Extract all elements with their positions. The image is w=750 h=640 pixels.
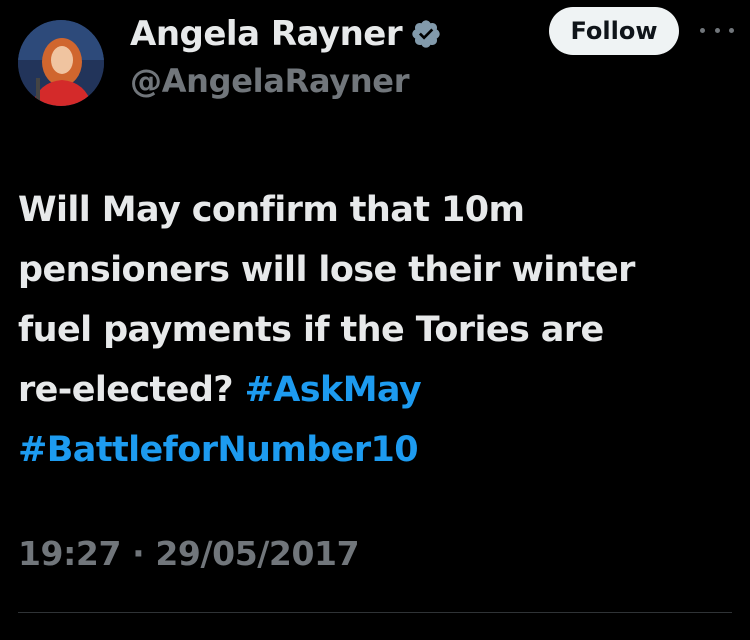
hashtag-link-battlefornumber10[interactable]: #BattleforNumber10 xyxy=(18,430,419,470)
avatar-image xyxy=(18,20,104,106)
more-dot xyxy=(729,27,734,33)
tweet-card: Angela Rayner @AngelaRayner Follow Will … xyxy=(0,0,750,640)
divider xyxy=(18,612,732,613)
avatar[interactable] xyxy=(18,20,104,106)
hashtag-link-askmay[interactable]: #AskMay xyxy=(245,370,422,410)
tweet-text-segment: Will May confirm that 10m xyxy=(18,190,525,230)
tweet-text-segment: re-elected? xyxy=(18,370,234,410)
timestamp-date: 29/05/2017 xyxy=(155,534,360,573)
more-dot xyxy=(714,27,720,33)
tweet-text-line: pensioners will lose their winter xyxy=(18,240,738,300)
follow-button[interactable]: Follow xyxy=(549,7,679,55)
tweet-text-segment: fuel payments if the Tories are xyxy=(18,310,604,350)
author-name[interactable]: Angela Rayner xyxy=(130,14,403,54)
timestamp-separator: · xyxy=(132,534,145,573)
timestamp[interactable]: 19:27 · 29/05/2017 xyxy=(18,534,360,573)
author-handle[interactable]: @AngelaRayner xyxy=(130,62,410,100)
verified-badge-icon xyxy=(410,18,442,50)
tweet-text-segment: pensioners will lose their winter xyxy=(18,250,635,290)
tweet-text: Will May confirm that 10m pensioners wil… xyxy=(18,180,738,480)
tweet-text-line: re-elected? #AskMay xyxy=(18,360,738,420)
tweet-text-line: fuel payments if the Tories are xyxy=(18,300,738,360)
author-name-row[interactable]: Angela Rayner xyxy=(130,12,442,56)
more-dot xyxy=(700,27,705,33)
more-horizontal-icon[interactable] xyxy=(700,20,734,40)
timestamp-time: 19:27 xyxy=(18,534,122,573)
tweet-text-line: Will May confirm that 10m xyxy=(18,180,738,240)
tweet-text-line: #BattleforNumber10 xyxy=(18,420,738,480)
